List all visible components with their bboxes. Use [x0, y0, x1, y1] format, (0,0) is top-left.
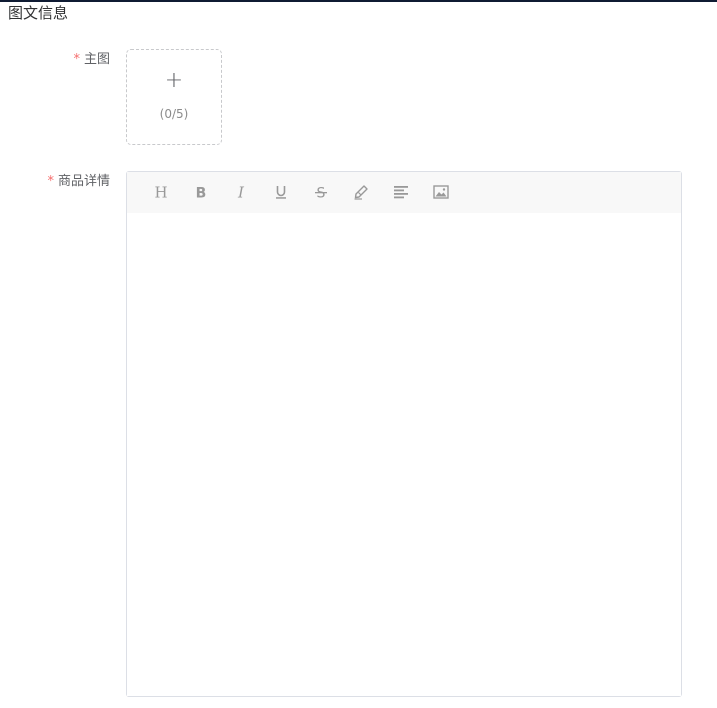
rich-text-editor: H B I S: [126, 171, 682, 697]
underline-button[interactable]: [261, 172, 301, 212]
italic-button[interactable]: I: [221, 172, 261, 212]
svg-text:I: I: [237, 184, 245, 200]
heading-icon: H: [154, 184, 167, 200]
plus-icon: +: [164, 68, 184, 93]
section-title: 图文信息: [8, 4, 69, 22]
align-icon: [394, 186, 408, 199]
main-image-label-text: 主图: [83, 52, 110, 67]
svg-text:H: H: [154, 184, 167, 200]
main-image-upload-button[interactable]: + (0/5): [126, 49, 222, 145]
image-icon: [433, 185, 449, 199]
detail-label-text: 商品详情: [57, 174, 110, 189]
editor-content-area[interactable]: [127, 213, 681, 696]
bold-button[interactable]: B: [181, 172, 221, 212]
pen-icon: [354, 185, 368, 200]
underline-icon: [276, 186, 286, 199]
pen-button[interactable]: [341, 172, 381, 212]
detail-label: * 商品详情: [47, 173, 110, 191]
align-button[interactable]: [381, 172, 421, 212]
svg-text:B: B: [196, 186, 207, 201]
main-image-label: * 主图: [73, 51, 110, 69]
bold-icon: B: [196, 186, 207, 201]
insert-image-button[interactable]: [421, 172, 461, 212]
editor-toolbar: H B I S: [127, 172, 681, 213]
required-mark: *: [73, 52, 80, 67]
italic-icon: I: [237, 184, 245, 200]
strikethrough-button[interactable]: S: [301, 172, 341, 212]
heading-button[interactable]: H: [141, 172, 181, 212]
upload-count: (0/5): [159, 107, 189, 121]
required-mark: *: [47, 174, 54, 189]
strikethrough-icon: S: [315, 186, 327, 200]
top-strip: [0, 0, 717, 2]
